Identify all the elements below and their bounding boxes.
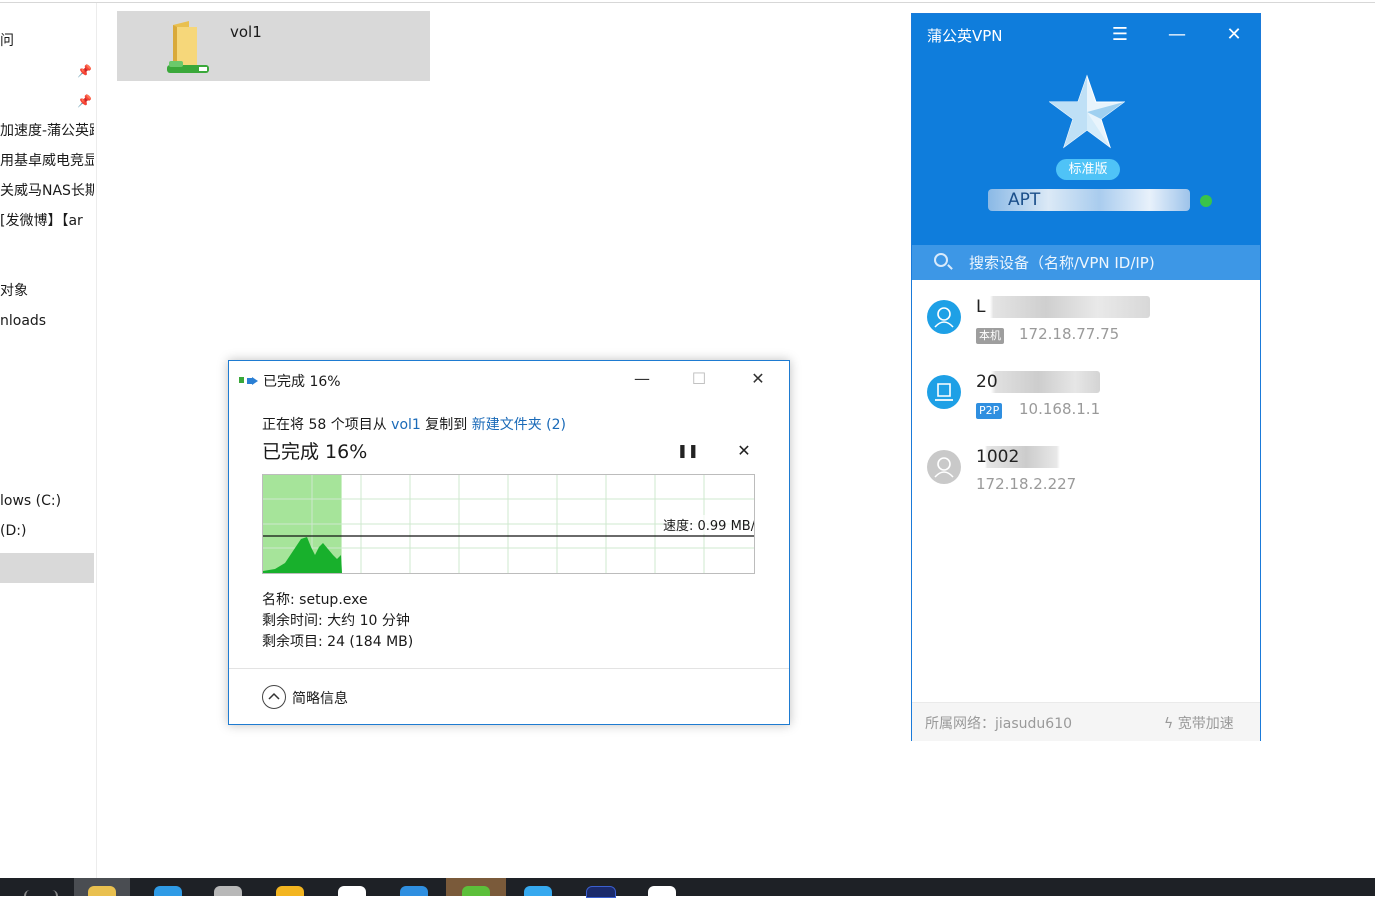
transfer-speed-graph: 速度: 0.99 MB/秒 — [262, 474, 755, 574]
minimize-button[interactable]: — — [627, 367, 657, 391]
vpn-app-icon[interactable] — [648, 886, 676, 896]
network-label: 所属网络：jiasudu610 — [925, 716, 1073, 732]
search-input[interactable]: 搜索设备（名称/VPN ID/IP) — [969, 252, 1155, 273]
network-folder-icon — [167, 21, 209, 73]
pin-icon: 📌 — [77, 64, 92, 78]
task-view-icon[interactable] — [24, 890, 58, 896]
device-ip: 172.18.77.75 — [1019, 325, 1120, 343]
nav-item-pinned-1[interactable]: 📌 — [0, 56, 94, 86]
copy-description-middle: 复制到 — [420, 417, 472, 433]
close-button[interactable]: ✕ — [743, 367, 773, 391]
pause-button[interactable]: ❚❚ — [677, 444, 699, 464]
close-button[interactable]: ✕ — [1220, 22, 1248, 48]
folder-item-vol1[interactable]: vol1 — [117, 11, 430, 81]
fewer-details-button[interactable]: 简略信息 — [292, 688, 348, 708]
taskbar-item-active[interactable] — [446, 878, 506, 896]
vpn-title: 蒲公英VPN — [927, 27, 1003, 45]
nav-item-pinned-2[interactable]: 📌 — [0, 86, 94, 116]
cancel-button[interactable]: ✕ — [734, 441, 754, 461]
nav-item-drive-d[interactable]: (D:) — [0, 516, 94, 546]
nav-item-selected[interactable] — [0, 553, 94, 583]
nav-item-recent-1[interactable]: 加速度-蒲公英路 — [0, 116, 94, 146]
vpn-window: 蒲公英VPN ☰ — ✕ 标准版 APT 搜索设备（名称/VPN ID/IP) … — [911, 13, 1261, 741]
app-icon[interactable] — [214, 886, 242, 896]
app-icon[interactable] — [524, 886, 552, 896]
device-row-router[interactable]: 20 P2P 10.168.1.1 — [912, 357, 1260, 431]
items-remaining: 剩余项目: 24 (184 MB) — [262, 634, 414, 650]
source-link[interactable]: vol1 — [391, 417, 421, 433]
pin-icon: 📌 — [77, 94, 92, 108]
dialog-divider — [229, 668, 789, 669]
app-icon — [462, 886, 490, 896]
device-name: 20 — [976, 371, 1100, 393]
broadband-boost-label: 宽带加速 — [1177, 716, 1234, 732]
speed-label: 速度: 0.99 MB/秒 — [663, 515, 754, 534]
device-name: L — [976, 296, 1150, 318]
device-ip: 172.18.2.227 — [976, 475, 1077, 493]
nav-item-quick-access[interactable]: 问 — [0, 26, 94, 56]
nav-item-recent-2[interactable]: 用基卓威电竞显 — [0, 146, 94, 176]
window-top-border — [0, 2, 1375, 3]
nav-item-drive-c[interactable]: lows (C:) — [0, 486, 94, 516]
user-icon — [927, 300, 961, 334]
copy-icon — [239, 377, 258, 385]
minimize-button[interactable]: — — [1163, 22, 1191, 48]
nav-item-recent-3[interactable]: 关威马NAS长期 — [0, 176, 94, 206]
folder-icon — [88, 886, 116, 896]
device-row-offline[interactable]: 1002 172.18.2.227 — [912, 432, 1260, 506]
file-name: 名称: setup.exe — [262, 592, 368, 608]
broadband-boost-button[interactable]: ϟ 宽带加速 — [1164, 713, 1234, 733]
dialog-title: 已完成 16% — [263, 374, 341, 390]
time-remaining: 剩余时间: 大约 10 分钟 — [262, 613, 410, 629]
taskbar — [0, 878, 1375, 898]
user-icon — [927, 450, 961, 484]
device-name: 1002 — [976, 446, 1088, 468]
destination-link[interactable]: 新建文件夹 (2) — [472, 417, 566, 433]
progress-heading: 已完成 16% — [262, 441, 368, 463]
lightning-icon: ϟ — [1164, 716, 1174, 732]
vpn-footer: 所属网络：jiasudu610 ϟ 宽带加速 — [912, 702, 1260, 741]
online-status-icon — [1200, 195, 1212, 207]
nav-item-3d-objects[interactable]: 对象 — [0, 276, 94, 306]
vpn-header: 蒲公英VPN ☰ — ✕ 标准版 APT — [912, 14, 1260, 245]
device-search-bar[interactable]: 搜索设备（名称/VPN ID/IP) — [912, 245, 1260, 280]
app-icon[interactable] — [338, 886, 366, 896]
star-logo-icon — [1049, 74, 1125, 149]
copy-progress-dialog: 已完成 16% — ☐ ✕ 正在将 58 个项目从 vol1 复制到 新建文件夹… — [228, 360, 790, 725]
account-id: APT — [988, 189, 1190, 211]
copy-description: 正在将 58 个项目从 vol1 复制到 新建文件夹 (2) — [262, 414, 566, 434]
device-row-local[interactable]: L 本机 172.18.77.75 — [912, 282, 1260, 356]
copy-description-prefix: 正在将 58 个项目从 — [262, 417, 392, 433]
menu-icon[interactable]: ☰ — [1106, 22, 1134, 48]
folder-label: vol1 — [230, 23, 262, 41]
browser-icon[interactable] — [154, 886, 182, 896]
device-tag: P2P — [976, 403, 1003, 419]
search-icon — [934, 253, 948, 267]
nav-item-downloads[interactable]: nloads — [0, 306, 94, 336]
router-icon — [927, 375, 961, 409]
device-ip: 10.168.1.1 — [1019, 400, 1101, 418]
edition-badge: 标准版 — [1056, 159, 1120, 180]
maximize-button[interactable]: ☐ — [684, 367, 714, 391]
device-tag: 本机 — [976, 328, 1004, 344]
app-icon[interactable] — [400, 886, 428, 896]
navigation-pane: 问 📌 📌 加速度-蒲公英路 用基卓威电竞显 关威马NAS长期 [发微博】【ar… — [0, 3, 97, 878]
nav-item-recent-4[interactable]: [发微博】【ar — [0, 206, 94, 236]
app-icon[interactable] — [586, 886, 616, 898]
chevron-up-icon[interactable] — [262, 685, 286, 709]
taskbar-item-explorer-active[interactable] — [74, 878, 130, 896]
app-icon[interactable] — [276, 886, 304, 896]
